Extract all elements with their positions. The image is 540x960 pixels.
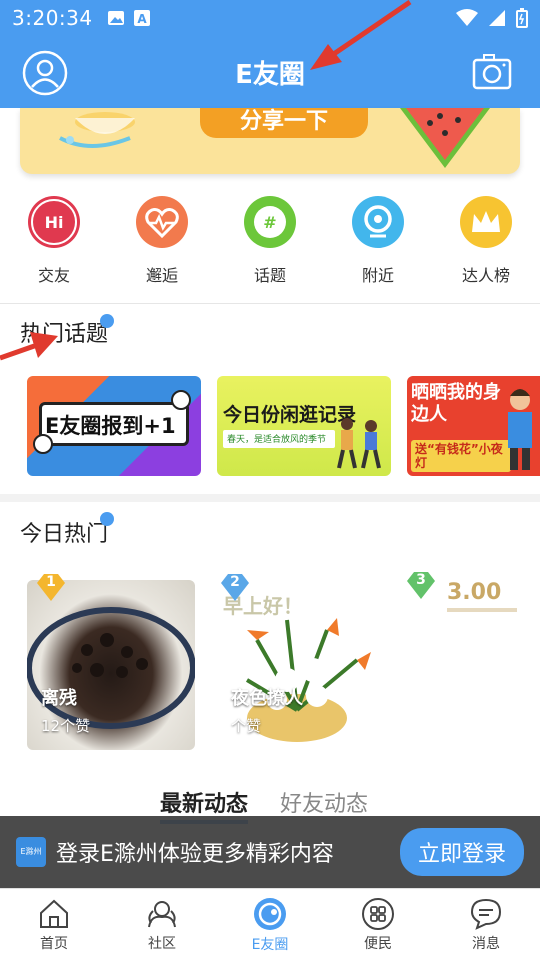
hot-card-likes: 个赞: [231, 717, 262, 735]
login-prompt-bar: E滁州 登录E滁州体验更多精彩内容 立即登录: [0, 816, 540, 888]
tea-cup-icon: [59, 112, 135, 148]
nav-community[interactable]: 社区: [117, 897, 207, 953]
hashtag-icon: #: [244, 196, 296, 248]
signal-icon: [489, 10, 505, 26]
nav-e-circle[interactable]: E友圈: [225, 896, 315, 954]
rank-number: 3: [416, 572, 426, 588]
category-encounter[interactable]: 邂逅: [122, 196, 202, 296]
topic-card-checkin[interactable]: E友圈报到+1: [27, 376, 201, 476]
hot-card-caption: 夜色撩人: [231, 688, 303, 709]
person-illustration-icon: [508, 389, 532, 470]
svg-text:Hi: Hi: [45, 213, 64, 232]
topic-card-people[interactable]: 晒晒我的身边人 送“有钱花”小夜灯: [407, 376, 540, 476]
user-icon: [22, 50, 68, 96]
category-label: 附近: [361, 266, 394, 285]
community-icon: [148, 900, 176, 927]
hot-card-likes: 12个赞: [41, 717, 91, 735]
page-title: E友圈: [235, 59, 305, 90]
nav-label: 便民: [364, 935, 392, 952]
today-hot-title: 今日热门: [20, 522, 109, 547]
nav-label: 消息: [472, 935, 500, 952]
hot-card-caption: 离残: [41, 688, 77, 709]
nav-label: E友圈: [251, 936, 289, 953]
battery-icon: [516, 8, 528, 28]
gallery-icon: [107, 11, 124, 25]
message-icon: [470, 898, 502, 930]
crown-icon: [460, 196, 512, 248]
bottom-nav: 首页 社区 E友圈 便民 消息: [0, 888, 540, 960]
category-label: 邂逅: [145, 266, 178, 285]
camera-button[interactable]: [472, 52, 512, 92]
promo-banner[interactable]: 分享一下: [20, 108, 520, 174]
category-leaderboard[interactable]: 达人榜: [446, 196, 526, 296]
rank-number: 1: [46, 574, 56, 590]
section-divider: [0, 494, 540, 502]
hot-topics-title: 热门话题: [20, 322, 109, 347]
topic-card-subtext: 春天，是适合放风的季节: [227, 435, 327, 445]
section-dot-icon: [100, 512, 114, 526]
category-label: 交友: [37, 266, 70, 285]
category-nearby[interactable]: 附近: [338, 196, 418, 296]
hi-icon: Hi: [28, 196, 80, 248]
rank-number: 2: [230, 574, 240, 590]
topic-card-text: E友圈报到+1: [45, 414, 176, 438]
app-notification-icon: A: [133, 10, 150, 26]
login-button[interactable]: 立即登录: [399, 828, 524, 876]
svg-text:#: #: [263, 213, 276, 232]
share-button[interactable]: 分享一下: [200, 108, 368, 138]
nav-label: 社区: [148, 935, 176, 952]
section-dot-icon: [100, 314, 114, 328]
topic-card-text: 晒晒我的身边人: [411, 382, 501, 425]
location-icon: [352, 196, 404, 248]
nav-messages[interactable]: 消息: [441, 897, 531, 953]
camera-icon: [472, 54, 512, 90]
login-prompt-text: 登录E滁州体验更多精彩内容: [56, 842, 334, 867]
section-divider: [0, 303, 540, 304]
svg-text:A: A: [137, 12, 147, 26]
topic-card-subtext: 送“有钱花”小夜灯: [415, 442, 503, 470]
app-header: E友圈: [0, 36, 540, 108]
watermelon-icon: [400, 108, 490, 168]
walking-people-icon: [337, 418, 381, 469]
category-label: 话题: [253, 266, 286, 285]
nav-services[interactable]: 便民: [333, 897, 423, 953]
status-bar: 3:20:34 A: [0, 0, 540, 36]
heart-pulse-icon: [136, 196, 188, 248]
hot-card-1[interactable]: 离残 12个赞: [27, 580, 195, 750]
hot-card-3[interactable]: 3.00: [407, 580, 540, 750]
topic-card-stroll[interactable]: 今日份闲逛记录 春天，是适合放风的季节: [217, 376, 391, 476]
wifi-icon: [456, 9, 478, 26]
category-label: 达人榜: [461, 266, 510, 285]
hot-card-amount: 3.00: [447, 580, 502, 605]
nav-label: 首页: [40, 935, 68, 952]
category-topics[interactable]: # 话题: [230, 196, 310, 296]
e-circle-icon: [254, 897, 286, 930]
grid-icon: [362, 897, 394, 930]
nav-home[interactable]: 首页: [9, 897, 99, 953]
profile-avatar-button[interactable]: [22, 50, 68, 96]
category-nav: Hi 交友 邂逅 # 话题 附近 达人榜: [0, 196, 540, 296]
category-make-friends[interactable]: Hi 交友: [14, 196, 94, 296]
home-icon: [40, 899, 68, 928]
status-time: 3:20:34: [12, 6, 93, 30]
app-logo: E滁州: [16, 837, 46, 867]
hot-card-2[interactable]: 早上好！ 夜色撩人 个赞: [217, 580, 385, 750]
